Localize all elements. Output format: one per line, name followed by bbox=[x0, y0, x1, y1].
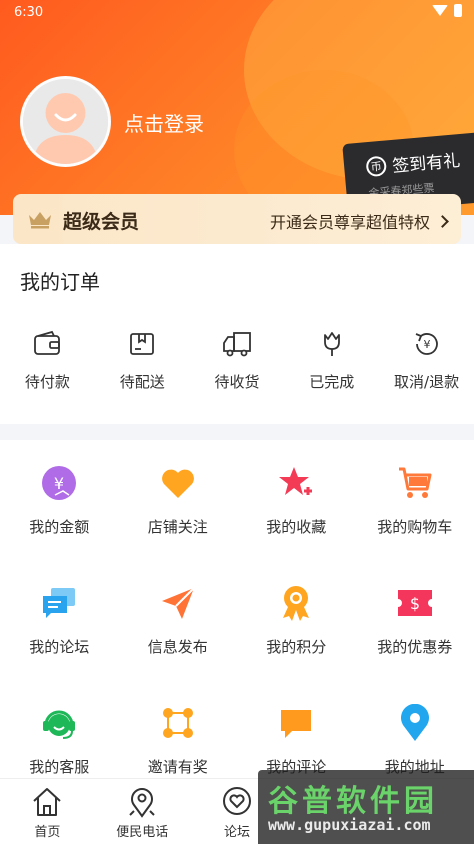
home-icon bbox=[33, 788, 62, 816]
chat-bubbles-icon bbox=[40, 584, 78, 622]
headset-icon bbox=[40, 704, 78, 742]
star-plus-icon bbox=[277, 464, 315, 502]
order-completed[interactable]: 已完成 bbox=[284, 329, 379, 392]
watermark: 谷普软件园 www.gupuxiazai.com bbox=[258, 770, 474, 844]
coin-icon: 币 bbox=[365, 155, 388, 177]
service-label: 我的购物车 bbox=[377, 518, 453, 536]
order-label: 已完成 bbox=[309, 373, 355, 391]
order-refund[interactable]: ¥ 取消/退款 bbox=[379, 329, 474, 392]
svg-text:$: $ bbox=[410, 594, 420, 613]
orders-title: 我的订单 bbox=[20, 270, 100, 294]
service-label: 我的客服 bbox=[29, 758, 90, 776]
status-time: 6:30 bbox=[14, 5, 44, 20]
services-section: ¥ 我的金额 店铺关注 我的收藏 我的购物车 我的论坛 信息发布 我的积分 $ … bbox=[0, 440, 474, 778]
order-pending-delivery[interactable]: 待配送 bbox=[95, 329, 190, 392]
service-points[interactable]: 我的积分 bbox=[237, 584, 356, 666]
heart-icon bbox=[159, 464, 197, 502]
service-invite-rewards[interactable]: 邀请有奖 bbox=[119, 704, 238, 786]
medal-icon bbox=[277, 584, 315, 622]
order-label: 待收货 bbox=[214, 373, 260, 391]
avatar[interactable] bbox=[20, 76, 111, 167]
service-label: 我的积分 bbox=[266, 638, 327, 656]
service-label: 我的优惠券 bbox=[377, 638, 453, 656]
service-shop-follow[interactable]: 店铺关注 bbox=[119, 464, 238, 546]
cart-icon bbox=[396, 464, 434, 502]
tulip-icon bbox=[323, 332, 340, 356]
order-label: 取消/退款 bbox=[394, 373, 460, 391]
checkin-label: 签到有礼 bbox=[391, 151, 461, 177]
location-pin-icon bbox=[396, 704, 434, 742]
service-publish-info[interactable]: 信息发布 bbox=[119, 584, 238, 666]
service-cart[interactable]: 我的购物车 bbox=[356, 464, 474, 546]
wallet-icon bbox=[34, 330, 61, 355]
tab-home[interactable]: 首页 bbox=[0, 779, 95, 844]
vip-promo[interactable]: 开通会员尊享超值特权 bbox=[269, 209, 449, 233]
truck-icon bbox=[223, 332, 251, 357]
battery-icon bbox=[454, 4, 462, 17]
crown-icon bbox=[29, 212, 51, 229]
service-favorites[interactable]: 我的收藏 bbox=[237, 464, 356, 546]
service-forum[interactable]: 我的论坛 bbox=[0, 584, 119, 666]
heart-chat-icon bbox=[222, 787, 251, 815]
paper-plane-icon bbox=[159, 584, 197, 622]
network-icon bbox=[159, 704, 197, 742]
service-label: 我的收藏 bbox=[266, 518, 327, 536]
vip-promo-text: 开通会员尊享超值特权 bbox=[269, 213, 430, 232]
status-bar: 6:30 bbox=[0, 0, 474, 26]
services-grid: ¥ 我的金额 店铺关注 我的收藏 我的购物车 我的论坛 信息发布 我的积分 $ … bbox=[0, 464, 474, 786]
yen-coin-icon: ¥ bbox=[40, 464, 78, 502]
order-status-row: 待付款 待配送 待收货 已完成 ¥ 取消/退款 bbox=[0, 329, 474, 392]
chevron-right-icon bbox=[436, 214, 449, 228]
login-link[interactable]: 点击登录 bbox=[124, 108, 204, 137]
package-icon bbox=[130, 333, 155, 355]
service-label: 店铺关注 bbox=[147, 518, 208, 536]
profile-header: 6:30 点击登录 币 签到有礼 金采春郑些票 bbox=[0, 0, 474, 215]
status-icons bbox=[432, 4, 462, 17]
tab-label: 首页 bbox=[34, 825, 61, 840]
coupon-icon: $ bbox=[396, 584, 434, 622]
service-label: 邀请有奖 bbox=[147, 758, 208, 776]
service-coupons[interactable]: $ 我的优惠券 bbox=[356, 584, 474, 666]
order-pending-payment[interactable]: 待付款 bbox=[0, 329, 95, 392]
service-label: 信息发布 bbox=[147, 638, 208, 656]
order-label: 待付款 bbox=[24, 373, 70, 391]
comment-icon bbox=[277, 704, 315, 742]
tab-label: 便民电话 bbox=[116, 825, 169, 840]
service-my-balance[interactable]: ¥ 我的金额 bbox=[0, 464, 119, 546]
service-label: 我的论坛 bbox=[29, 638, 90, 656]
default-avatar-icon bbox=[23, 79, 108, 164]
order-pending-receipt[interactable]: 待收货 bbox=[190, 329, 285, 392]
svg-text:¥: ¥ bbox=[54, 474, 64, 493]
map-pin-icon bbox=[129, 788, 155, 818]
service-customer-support[interactable]: 我的客服 bbox=[0, 704, 119, 786]
vip-banner[interactable]: 超级会员 开通会员尊享超值特权 bbox=[13, 194, 461, 244]
wifi-icon bbox=[432, 5, 448, 16]
watermark-title: 谷普软件园 bbox=[268, 784, 438, 819]
service-label: 我的金额 bbox=[29, 518, 90, 536]
vip-title: 超级会员 bbox=[63, 211, 140, 233]
tab-label: 论坛 bbox=[223, 825, 250, 840]
order-label: 待配送 bbox=[119, 373, 165, 391]
watermark-url: www.gupuxiazai.com bbox=[268, 816, 431, 834]
tab-phone-directory[interactable]: 便民电话 bbox=[95, 779, 190, 844]
refund-icon: ¥ bbox=[415, 333, 438, 355]
orders-section: 我的订单 待付款 待配送 待收货 已完成 ¥ 取消/退款 bbox=[0, 244, 474, 424]
svg-text:¥: ¥ bbox=[423, 338, 430, 351]
checkin-title: 币 签到有礼 bbox=[365, 144, 474, 179]
